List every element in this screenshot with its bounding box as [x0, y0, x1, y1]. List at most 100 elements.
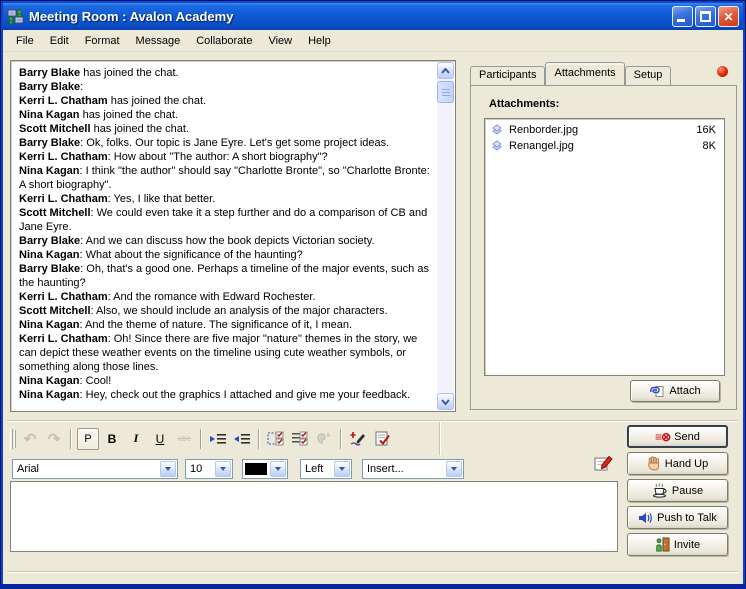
- menu-item[interactable]: File: [8, 32, 42, 50]
- plain-text-button[interactable]: P: [77, 428, 99, 450]
- tab-strip: Participants Attachments Setup: [470, 63, 671, 85]
- send-label: Send: [674, 431, 700, 443]
- close-button[interactable]: ✕: [718, 6, 739, 27]
- list-checked-button[interactable]: [289, 428, 311, 450]
- menu-item[interactable]: Help: [300, 32, 339, 50]
- push-to-talk-button[interactable]: Push to Talk: [627, 506, 728, 529]
- attachment-size: 8K: [703, 140, 716, 152]
- tab-participants[interactable]: Participants: [470, 66, 545, 85]
- chat-sender: Barry Blake: [19, 67, 80, 79]
- action-buttons: ≡⊗ Send Hand Up: [627, 425, 728, 556]
- client-area: Barry Blake has joined the chat. Barry B…: [3, 52, 743, 584]
- minimize-button[interactable]: [672, 6, 693, 27]
- redo-button[interactable]: ↷: [43, 428, 65, 450]
- scroll-thumb[interactable]: [437, 81, 454, 103]
- chat-message: Barry Blake has joined the chat.: [19, 66, 434, 80]
- font-color-select[interactable]: [242, 459, 288, 479]
- menu-item[interactable]: View: [260, 32, 300, 50]
- chat-sender: Nina Kagan: [19, 389, 80, 401]
- align-select[interactable]: Left: [300, 459, 352, 479]
- chat-text: has joined the chat.: [80, 67, 178, 79]
- invite-label: Invite: [674, 539, 700, 551]
- insert-select[interactable]: Insert...: [362, 459, 464, 479]
- menu-item[interactable]: Edit: [42, 32, 77, 50]
- message-input[interactable]: [11, 482, 617, 551]
- attachment-size: 16K: [696, 124, 716, 136]
- chat-message: Kerri L. Chatham: Oh! Since there are fi…: [19, 332, 434, 374]
- spellcheck-button[interactable]: [371, 428, 393, 450]
- dropdown-arrow-icon[interactable]: [270, 461, 286, 477]
- chat-text: : How about "The author: A short biograp…: [108, 151, 328, 163]
- edit-pencil-icon: [594, 455, 613, 472]
- tab-attachments[interactable]: Attachments: [545, 62, 624, 85]
- app-icon: [7, 9, 24, 25]
- bold-button[interactable]: B: [101, 428, 123, 450]
- font-size-value: 10: [190, 463, 214, 475]
- attachments-list[interactable]: Renborder.jpg 16K Renangel.jpg 8K: [484, 118, 725, 376]
- dropdown-arrow-icon[interactable]: [215, 461, 231, 477]
- dropdown-arrow-icon[interactable]: [446, 461, 462, 477]
- strikethrough-button[interactable]: abc: [173, 428, 195, 450]
- chat-message: Scott Mitchell: We could even take it a …: [19, 206, 434, 234]
- chat-scrollbar[interactable]: [437, 62, 454, 410]
- send-button[interactable]: ≡⊗ Send: [627, 425, 728, 448]
- maximize-button[interactable]: [695, 6, 716, 27]
- hand-up-button[interactable]: Hand Up: [627, 452, 728, 475]
- italic-button[interactable]: I: [125, 428, 147, 450]
- chat-text: : And the theme of nature. The significa…: [80, 319, 353, 331]
- attachment-item[interactable]: Renangel.jpg 8K: [487, 138, 722, 154]
- chat-sender: Kerri L. Chatham: [19, 193, 108, 205]
- attachment-item[interactable]: Renborder.jpg 16K: [487, 122, 722, 138]
- attachment-name: Renangel.jpg: [509, 140, 574, 152]
- toolbar-separator: [340, 429, 342, 449]
- coffee-cup-icon: [652, 483, 668, 498]
- invite-button[interactable]: Invite: [627, 533, 728, 556]
- title-bar[interactable]: Meeting Room : Avalon Academy ✕: [3, 3, 743, 30]
- scroll-up-button[interactable]: [437, 62, 454, 79]
- indent-decrease-button[interactable]: [231, 428, 253, 450]
- attachment-file-icon: [491, 139, 505, 153]
- chat-text: : Cool!: [80, 375, 112, 387]
- tab-setup[interactable]: Setup: [625, 66, 672, 85]
- underline-button[interactable]: U: [149, 428, 171, 450]
- menu-item[interactable]: Message: [128, 32, 189, 50]
- menu-item[interactable]: Collaborate: [188, 32, 260, 50]
- edit-message-button[interactable]: [594, 455, 613, 475]
- attach-button-label: Attach: [669, 385, 700, 397]
- font-size-select[interactable]: 10: [185, 459, 233, 479]
- minimize-icon: [677, 19, 685, 22]
- add-signature-button[interactable]: [347, 428, 369, 450]
- pause-label: Pause: [672, 485, 703, 497]
- toolbar-grip[interactable]: [10, 429, 13, 449]
- chat-message: Kerri L. Chatham has joined the chat.: [19, 94, 434, 108]
- undo-button[interactable]: ↶: [19, 428, 41, 450]
- strikethrough-icon: abc: [178, 434, 191, 443]
- speaker-icon: [638, 512, 653, 524]
- dropdown-arrow-icon[interactable]: [160, 461, 176, 477]
- menu-item[interactable]: Format: [77, 32, 128, 50]
- chat-sender: Scott Mitchell: [19, 207, 91, 219]
- chat-text: has joined the chat.: [108, 95, 206, 107]
- close-icon: ✕: [719, 7, 738, 26]
- chat-text: : Yes, I like that better.: [108, 193, 216, 205]
- select-checked-button[interactable]: [265, 428, 287, 450]
- attach-button[interactable]: Attach: [630, 380, 720, 402]
- chat-text: : I think "the author" should say "Charl…: [19, 165, 430, 191]
- toolbar-separator: [70, 429, 72, 449]
- toolbar-separator: [258, 429, 260, 449]
- chat-message: Kerri L. Chatham: Yes, I like that bette…: [19, 192, 434, 206]
- indent-increase-button[interactable]: [207, 428, 229, 450]
- chat-message: Barry Blake: Ok, folks. Our topic is Jan…: [19, 136, 434, 150]
- attachments-panel: Attachments: Renborder.jpg 16K: [470, 85, 737, 410]
- chat-message: Nina Kagan: I think "the author" should …: [19, 164, 434, 192]
- chat-sender: Nina Kagan: [19, 109, 80, 121]
- font-family-select[interactable]: Arial: [12, 459, 178, 479]
- redo-icon: ↷: [48, 430, 61, 448]
- scroll-down-button[interactable]: [437, 393, 454, 410]
- app-window: Meeting Room : Avalon Academy ✕ FileEdit…: [0, 0, 746, 589]
- chat-log[interactable]: Barry Blake has joined the chat. Barry B…: [11, 61, 438, 411]
- pause-button[interactable]: Pause: [627, 479, 728, 502]
- whisper-button[interactable]: [313, 428, 335, 450]
- font-toolbar: Arial 10 Left Insert...: [12, 458, 464, 479]
- dropdown-arrow-icon[interactable]: [334, 461, 350, 477]
